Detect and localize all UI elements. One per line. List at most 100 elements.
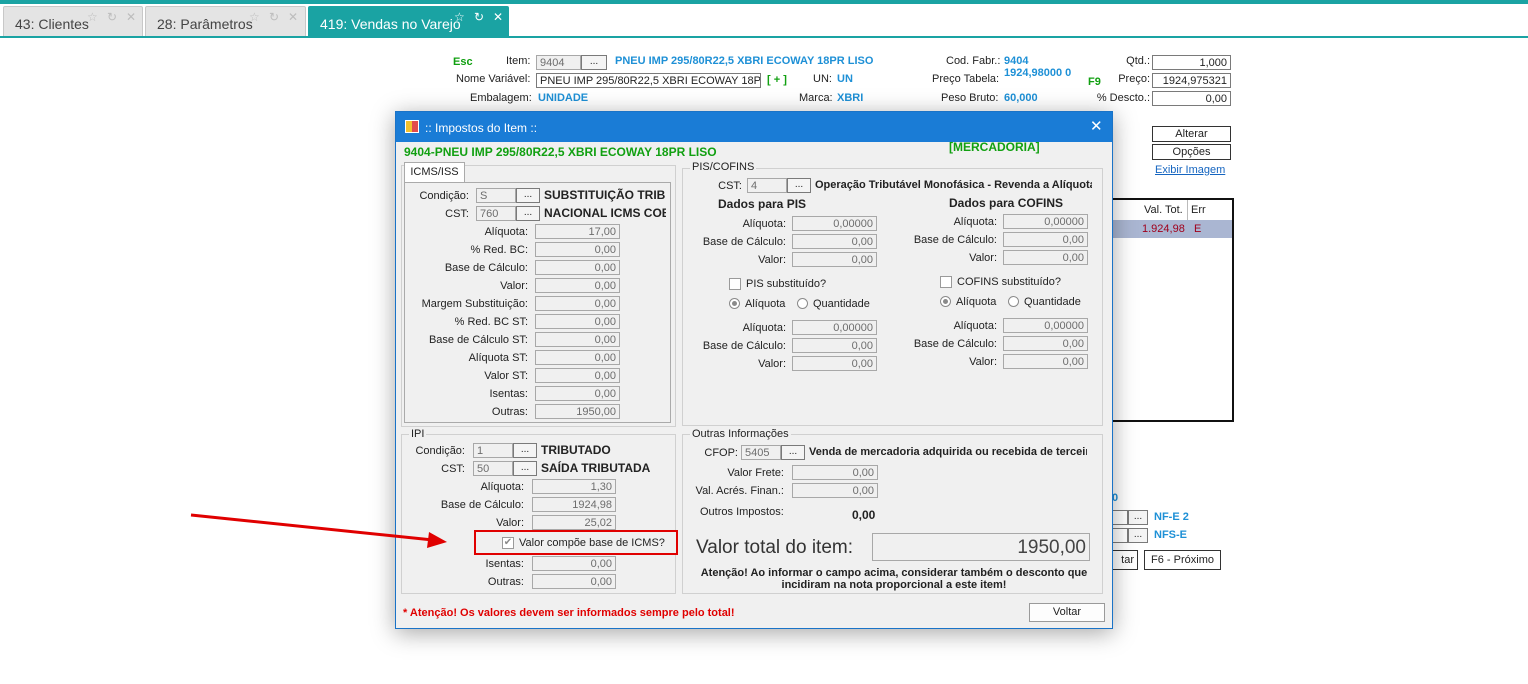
cofins-quantidade-radio[interactable] xyxy=(1008,296,1019,307)
refresh-icon[interactable]: ↻ xyxy=(269,10,279,24)
item-lookup-button[interactable]: ... xyxy=(581,55,607,70)
ipi-cst-input[interactable]: 50 xyxy=(473,461,513,476)
cfop-lookup[interactable]: ... xyxy=(781,445,805,460)
cofins-row-label: Alíquota: xyxy=(953,320,997,332)
icms-row-label: Alíquota ST: xyxy=(468,352,528,364)
desconto-input[interactable]: 0,00 xyxy=(1152,91,1231,106)
opcoes-button[interactable]: Opções xyxy=(1152,144,1231,160)
nome-variavel-input[interactable]: PNEU IMP 295/80R22,5 XBRI ECOWAY 18PR LI… xyxy=(536,73,761,88)
pis-cst-input[interactable]: 4 xyxy=(747,178,787,193)
acres-finan-input[interactable]: 0,00 xyxy=(792,483,878,498)
icms-row-input[interactable]: 0,00 xyxy=(535,332,620,347)
pis-row-input[interactable]: 0,00000 xyxy=(792,216,877,231)
icms-row-input[interactable]: 0,00 xyxy=(535,350,620,365)
icms-row-input[interactable]: 1950,00 xyxy=(535,404,620,419)
tab-parametros[interactable]: 28: Parâmetros ☆ ↻ ✕ xyxy=(145,6,306,37)
cofins-row-input[interactable]: 0,00 xyxy=(1003,354,1088,369)
plus-button[interactable]: [ + ] xyxy=(767,74,787,86)
ipi-title: IPI xyxy=(409,428,427,440)
pis-aliquota-radio[interactable] xyxy=(729,298,740,309)
cofins-row-input[interactable]: 0,00 xyxy=(1003,250,1088,265)
ipi-row2-label: Isentas: xyxy=(485,558,524,570)
pis-row-input[interactable]: 0,00 xyxy=(792,234,877,249)
alterar-button[interactable]: Alterar xyxy=(1152,126,1231,142)
star-icon[interactable]: ☆ xyxy=(454,10,465,24)
icms-row-input[interactable]: 0,00 xyxy=(535,260,620,275)
icms-cst-desc: NACIONAL ICMS COBRADO xyxy=(544,206,666,220)
ipi-row-input[interactable]: 1924,98 xyxy=(532,497,616,512)
mercadoria-label: [MERCADORIA] xyxy=(949,140,1040,154)
valor-total-input[interactable]: 1950,00 xyxy=(872,533,1090,561)
cofins-row-input[interactable]: 0,00 xyxy=(1003,232,1088,247)
star-icon[interactable]: ☆ xyxy=(87,10,98,24)
icms-row-input[interactable]: 0,00 xyxy=(535,242,620,257)
close-icon[interactable]: ✕ xyxy=(1090,117,1103,135)
pis-row-input[interactable]: 0,00 xyxy=(792,338,877,353)
ipi-cst-lookup[interactable]: ... xyxy=(513,461,537,476)
preco-input[interactable]: 1924,975321 xyxy=(1152,73,1231,88)
icms-row-input[interactable]: 0,00 xyxy=(535,314,620,329)
icms-row-input[interactable]: 0,00 xyxy=(535,296,620,311)
pis-cst-lookup[interactable]: ... xyxy=(787,178,811,193)
pis-substituido-checkbox[interactable] xyxy=(729,278,741,290)
valor-frete-label: Valor Frete: xyxy=(727,467,784,479)
pis-cofins-title: PIS/COFINS xyxy=(690,161,757,173)
refresh-icon[interactable]: ↻ xyxy=(107,10,117,24)
voltar-button[interactable]: Voltar xyxy=(1029,603,1105,622)
icms-cst-input[interactable]: 760 xyxy=(476,206,516,221)
cofins-aliquota-radio[interactable] xyxy=(940,296,951,307)
ipi-condicao-desc: TRIBUTADO xyxy=(541,443,611,457)
pis-row-input[interactable]: 0,00 xyxy=(792,252,877,267)
refresh-icon[interactable]: ↻ xyxy=(474,10,484,24)
cofins-row-input[interactable]: 0,00 xyxy=(1003,336,1088,351)
tab-vendas-varejo[interactable]: 419: Vendas no Varejo ☆ ↻ ✕ xyxy=(308,6,509,37)
valor-compoe-checkbox[interactable]: ✔ xyxy=(502,537,514,549)
ipi-condicao-lookup[interactable]: ... xyxy=(513,443,537,458)
grid-row-err: E xyxy=(1194,223,1202,235)
nfe-lookup-button[interactable]: ... xyxy=(1128,510,1148,525)
tab-clientes[interactable]: 43: Clientes ☆ ↻ ✕ xyxy=(3,6,143,37)
grid-row[interactable]: 1.924,98 E xyxy=(1110,220,1232,238)
icms-condicao-desc: SUBSTITUIÇÃO TRIBUTÁRIA xyxy=(544,188,666,202)
close-icon[interactable]: ✕ xyxy=(288,10,298,24)
icms-row-input[interactable]: 17,00 xyxy=(535,224,620,239)
icms-condicao-lookup[interactable]: ... xyxy=(516,188,540,203)
icms-row-label: Outras: xyxy=(491,406,528,418)
close-icon[interactable]: ✕ xyxy=(126,10,136,24)
close-icon[interactable]: ✕ xyxy=(493,10,503,24)
ipi-row-input[interactable]: 1,30 xyxy=(532,479,616,494)
un-label: UN: xyxy=(813,73,832,85)
ipi-row-input[interactable]: 25,02 xyxy=(532,515,616,530)
icms-cst-lookup[interactable]: ... xyxy=(516,206,540,221)
nfse-lookup-button[interactable]: ... xyxy=(1128,528,1148,543)
esc-label[interactable]: Esc xyxy=(453,56,473,68)
qtd-input[interactable]: 1,000 xyxy=(1152,55,1231,70)
icms-row-input[interactable]: 0,00 xyxy=(535,386,620,401)
cofins-substituido-checkbox[interactable] xyxy=(940,276,952,288)
cofins-row-input[interactable]: 0,00000 xyxy=(1003,318,1088,333)
star-icon[interactable]: ☆ xyxy=(249,10,260,24)
cfop-input[interactable]: 5405 xyxy=(741,445,781,460)
grid-row-value: 1.924,98 xyxy=(1142,223,1185,235)
ipi-condicao-input[interactable]: 1 xyxy=(473,443,513,458)
icms-row-input[interactable]: 0,00 xyxy=(535,368,620,383)
cofins-row-label: Base de Cálculo: xyxy=(913,338,997,350)
outros-impostos-label: Outros Impostos: xyxy=(700,506,784,518)
ipi-row2-input[interactable]: 0,00 xyxy=(532,574,616,589)
icms-row-input[interactable]: 0,00 xyxy=(535,278,620,293)
item-code-input[interactable]: 9404 xyxy=(536,55,581,70)
tab-icms-iss[interactable]: ICMS/ISS xyxy=(404,162,465,182)
cofins-row-input[interactable]: 0,00000 xyxy=(1003,214,1088,229)
tab-label: 43: Clientes xyxy=(15,16,89,32)
exibir-imagem-link[interactable]: Exibir Imagem xyxy=(1155,164,1225,176)
f9-shortcut[interactable]: F9 xyxy=(1088,76,1101,88)
valor-frete-input[interactable]: 0,00 xyxy=(792,465,878,480)
pis-row-input[interactable]: 0,00 xyxy=(792,356,877,371)
pis-row-input[interactable]: 0,00000 xyxy=(792,320,877,335)
items-grid[interactable]: Val. Tot. Err 1.924,98 E xyxy=(1108,198,1234,422)
f6-proximo-button[interactable]: F6 - Próximo xyxy=(1144,550,1221,570)
pis-row-label: Valor: xyxy=(758,358,786,370)
pis-quantidade-radio[interactable] xyxy=(797,298,808,309)
icms-condicao-input[interactable]: S xyxy=(476,188,516,203)
ipi-row2-input[interactable]: 0,00 xyxy=(532,556,616,571)
